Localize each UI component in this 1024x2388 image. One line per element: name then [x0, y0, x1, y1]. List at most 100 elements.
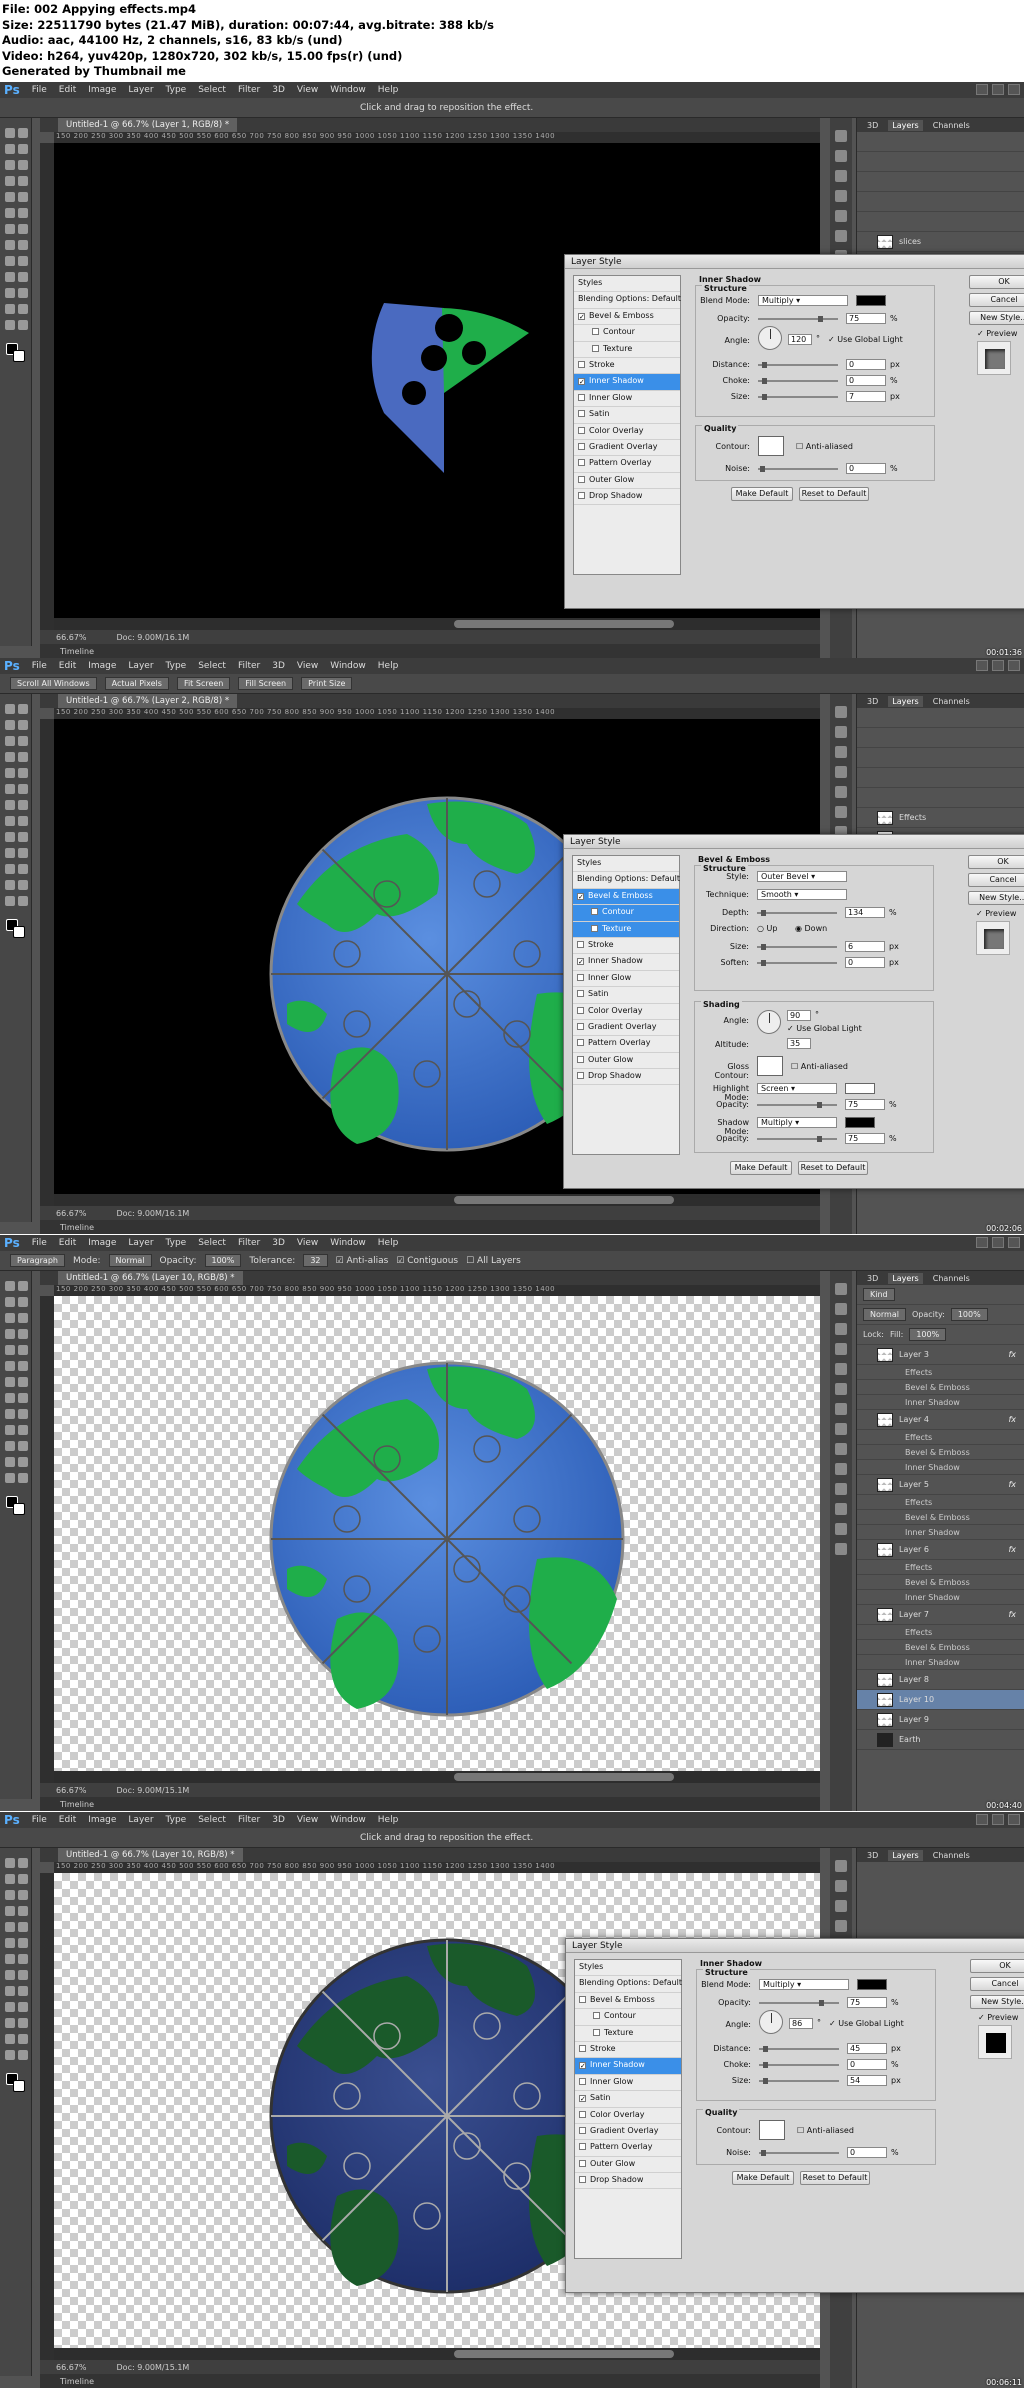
fx-icon[interactable]: fx: [1008, 1415, 1016, 1424]
checkbox[interactable]: [578, 492, 585, 500]
menu-item[interactable]: Filter: [238, 1238, 260, 1248]
tool-icon[interactable]: [18, 1377, 28, 1387]
layer-row[interactable]: Layer 10: [857, 1690, 1024, 1710]
slider[interactable]: [757, 910, 837, 916]
panel-icon[interactable]: [835, 746, 847, 758]
style-item[interactable]: Gradient Overlay: [575, 2124, 681, 2141]
tool-icon[interactable]: [18, 1441, 28, 1451]
blend-mode-select[interactable]: Normal: [863, 1308, 906, 1321]
style-item[interactable]: Contour: [573, 905, 679, 922]
tool-icon[interactable]: [18, 1890, 28, 1900]
timeline-panel[interactable]: Timeline: [40, 1220, 820, 1234]
menu-item[interactable]: Image: [88, 85, 116, 95]
tool-icon[interactable]: [5, 848, 15, 858]
value-field[interactable]: 75: [845, 1133, 885, 1144]
checkbox[interactable]: [579, 2176, 586, 2184]
layer-row[interactable]: Layer 8: [857, 1670, 1024, 1690]
tool-icon[interactable]: [5, 240, 15, 250]
close-button[interactable]: [1008, 660, 1020, 671]
tool-icon[interactable]: [5, 720, 15, 730]
slider-knob[interactable]: [761, 910, 766, 916]
preview-checkbox[interactable]: ✓ Preview: [978, 2013, 1018, 2022]
panel-icon[interactable]: [835, 1343, 847, 1355]
tool-icon[interactable]: [5, 2002, 15, 2012]
new-style-button[interactable]: New Style...: [968, 891, 1024, 905]
panel-icon[interactable]: [835, 726, 847, 738]
panel-icon[interactable]: [835, 1383, 847, 1395]
panel-icon[interactable]: [835, 1900, 847, 1912]
layer-effect-row[interactable]: Bevel & Emboss: [857, 1510, 1024, 1525]
panel-icon[interactable]: [835, 1483, 847, 1495]
tool-icon[interactable]: [5, 736, 15, 746]
tool-icon[interactable]: [5, 1890, 15, 1900]
zoom-level[interactable]: 66.67%: [56, 1209, 87, 1218]
slider[interactable]: [759, 2062, 839, 2068]
tool-icon[interactable]: [18, 768, 28, 778]
checkbox[interactable]: [591, 924, 598, 932]
angle-dial[interactable]: [759, 2010, 783, 2034]
tool-icon[interactable]: [5, 224, 15, 234]
layer-row[interactable]: Layer 5 fx: [857, 1475, 1024, 1495]
background-color[interactable]: [13, 2080, 25, 2092]
tool-icon[interactable]: [5, 1906, 15, 1916]
layer-effect-row[interactable]: Bevel & Emboss: [857, 1640, 1024, 1655]
menu-item[interactable]: Window: [330, 1815, 366, 1825]
menu-item[interactable]: File: [32, 661, 47, 671]
contour-swatch[interactable]: [759, 2120, 785, 2140]
layer-row[interactable]: Layer 7 fx: [857, 1605, 1024, 1625]
style-item[interactable]: ✓ Inner Shadow: [573, 954, 679, 971]
tool-icon[interactable]: [18, 1906, 28, 1916]
tool-icon[interactable]: [18, 1457, 28, 1467]
tool-icon[interactable]: [5, 1986, 15, 1996]
tool-icon[interactable]: [5, 2034, 15, 2044]
use-global-light[interactable]: ✓ Use Global Light: [828, 335, 903, 344]
slider-knob[interactable]: [817, 1102, 822, 1108]
background-color[interactable]: [13, 1503, 25, 1515]
panel-tab[interactable]: 3D: [867, 1851, 878, 1860]
menu-item[interactable]: Help: [378, 85, 399, 95]
checkbox[interactable]: [577, 940, 584, 948]
menu-item[interactable]: Image: [88, 661, 116, 671]
timeline-panel[interactable]: Timeline: [40, 1797, 820, 1811]
tool-icon[interactable]: [18, 1345, 28, 1355]
menu-item[interactable]: Edit: [59, 85, 76, 95]
tool-icon[interactable]: [18, 1473, 28, 1483]
style-item[interactable]: Outer Glow: [574, 473, 680, 490]
panel-tab[interactable]: Channels: [933, 1274, 970, 1283]
menu-item[interactable]: Help: [378, 1238, 399, 1248]
checkbox[interactable]: [578, 442, 585, 450]
timeline-panel[interactable]: Timeline: [40, 644, 820, 658]
checkbox[interactable]: [577, 1022, 584, 1030]
style-item[interactable]: Styles: [573, 856, 679, 873]
cancel-button[interactable]: Cancel: [970, 1977, 1024, 1991]
style-item[interactable]: ✓ Bevel & Emboss: [574, 309, 680, 326]
menu-item[interactable]: Filter: [238, 1815, 260, 1825]
menu-item[interactable]: Type: [166, 1815, 187, 1825]
close-button[interactable]: [1008, 1237, 1020, 1248]
panel-icon[interactable]: [835, 1920, 847, 1932]
layer-effect-row[interactable]: Inner Shadow: [857, 1460, 1024, 1475]
checkbox[interactable]: [579, 1995, 586, 2003]
tool-icon[interactable]: [5, 832, 15, 842]
shadow-color[interactable]: [845, 1117, 875, 1128]
slider[interactable]: [759, 2078, 839, 2084]
tool-icon[interactable]: [18, 864, 28, 874]
checkbox[interactable]: [577, 1006, 584, 1014]
dropdown[interactable]: Screen ▾: [757, 1083, 837, 1094]
tool-icon[interactable]: [18, 1329, 28, 1339]
panel-icon[interactable]: [835, 1303, 847, 1315]
panel-icon[interactable]: [835, 1423, 847, 1435]
panel-icon[interactable]: [835, 1363, 847, 1375]
style-item[interactable]: Texture: [575, 2026, 681, 2042]
panel-icon[interactable]: [835, 806, 847, 818]
checkbox[interactable]: [579, 2126, 586, 2134]
checkbox[interactable]: [579, 2143, 586, 2151]
panel-icon[interactable]: [835, 786, 847, 798]
slider-knob[interactable]: [763, 2078, 768, 2084]
slider[interactable]: [757, 944, 837, 950]
tool-icon[interactable]: [5, 208, 15, 218]
slider[interactable]: [757, 1136, 837, 1142]
checkbox[interactable]: [593, 2012, 600, 2020]
value-field[interactable]: 120: [788, 334, 812, 345]
tool-icon[interactable]: [18, 192, 28, 202]
